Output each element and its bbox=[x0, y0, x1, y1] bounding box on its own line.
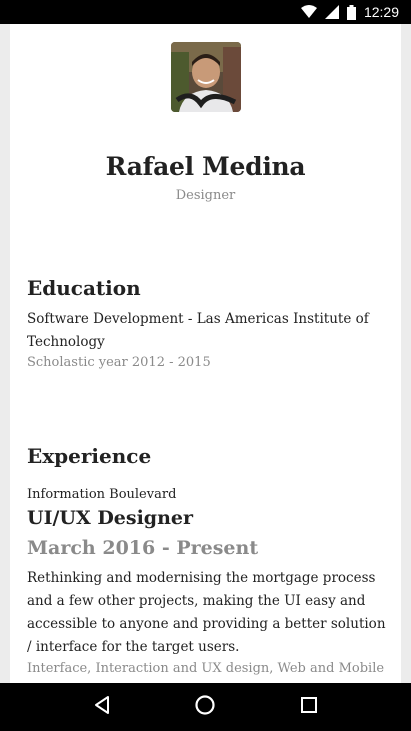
back-icon bbox=[93, 695, 111, 719]
home-button[interactable] bbox=[181, 683, 229, 731]
recents-button[interactable] bbox=[285, 683, 333, 731]
battery-icon bbox=[346, 4, 356, 20]
resume-screen[interactable]: Rafael Medina Designer Education Softwar… bbox=[0, 24, 411, 683]
profile-role: Designer bbox=[175, 188, 236, 203]
avatar bbox=[171, 42, 241, 112]
experience-title: UI/UX Designer bbox=[27, 507, 193, 529]
status-time: 12:29 bbox=[363, 4, 399, 20]
signal-icon bbox=[324, 5, 339, 19]
experience-company: Information Boulevard bbox=[27, 487, 177, 502]
education-heading: Education bbox=[27, 276, 141, 300]
status-bar: 12:29 bbox=[0, 0, 411, 24]
experience-heading: Experience bbox=[27, 444, 152, 468]
navigation-bar bbox=[0, 683, 411, 731]
education-years: Scholastic year 2012 - 2015 bbox=[27, 355, 211, 370]
home-icon bbox=[194, 694, 216, 720]
experience-description: Rethinking and modernising the mortgage … bbox=[27, 570, 386, 655]
experience-tags: Interface, Interaction and UX design, We… bbox=[27, 661, 385, 676]
profile-name: Rafael Medina bbox=[105, 152, 306, 181]
resume-card: Rafael Medina Designer Education Softwar… bbox=[10, 24, 401, 683]
experience-dates: March 2016 - Present bbox=[27, 537, 259, 559]
education-program: Software Development - Las Americas Inst… bbox=[27, 311, 369, 350]
recents-icon bbox=[300, 696, 318, 718]
back-button[interactable] bbox=[78, 683, 126, 731]
wifi-icon bbox=[300, 5, 317, 19]
